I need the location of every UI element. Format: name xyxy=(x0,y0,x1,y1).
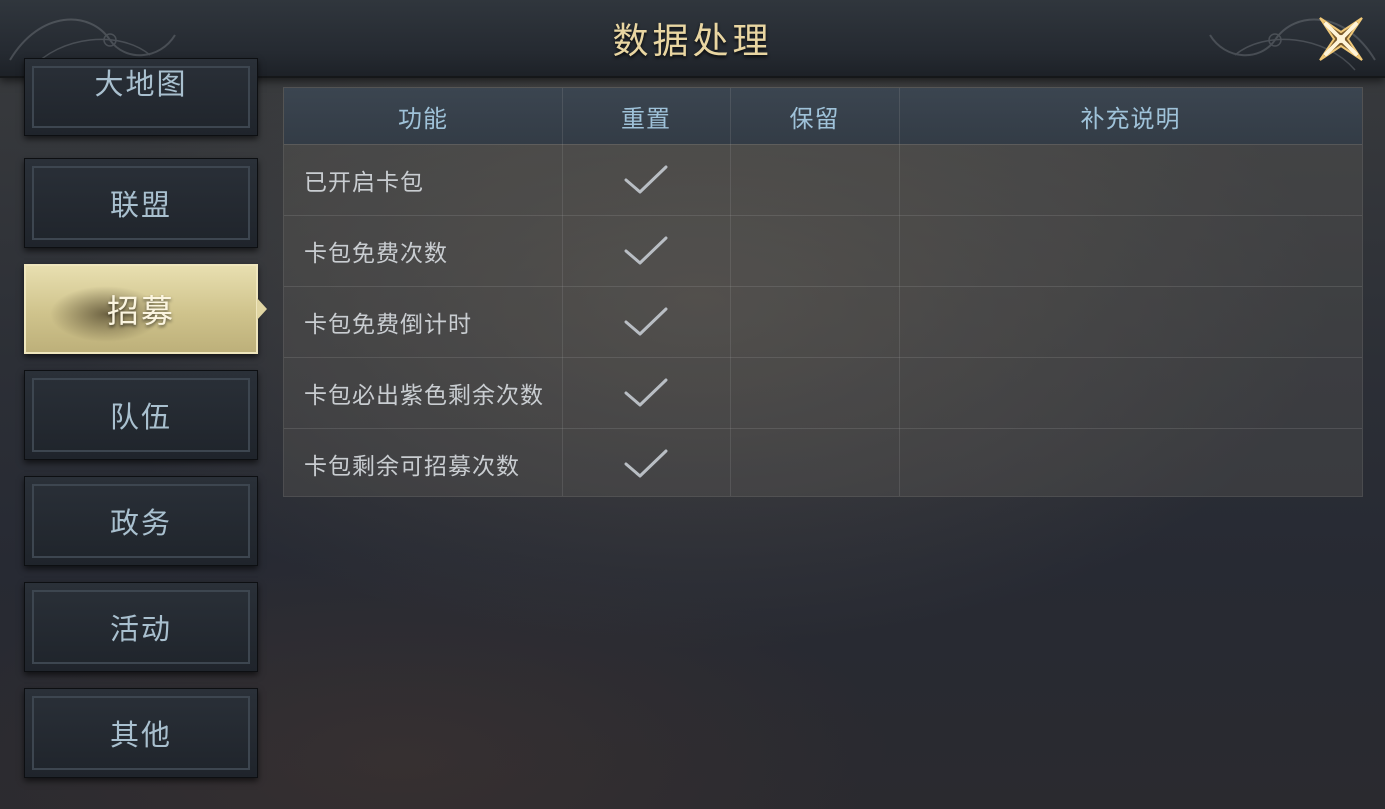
sidebar-item-other[interactable]: 其他 xyxy=(24,688,258,778)
sidebar-item-label: 队伍 xyxy=(109,400,172,434)
column-header-reset: 重置 xyxy=(621,104,671,133)
table-row: 卡包必出紫色剩余次数 xyxy=(284,357,1362,428)
checkmark-icon xyxy=(624,236,668,265)
reset-cell xyxy=(562,287,730,357)
reset-cell xyxy=(562,358,730,428)
column-header-note: 补充说明 xyxy=(1080,104,1181,133)
sidebar-item-world-map[interactable]: 大地图 xyxy=(24,58,258,136)
function-cell: 卡包必出紫色剩余次数 xyxy=(304,383,544,409)
page-title: 数据处理 xyxy=(612,21,773,62)
function-cell: 已开启卡包 xyxy=(304,170,424,196)
checkmark-icon xyxy=(624,307,668,336)
sidebar-item-alliance[interactable]: 联盟 xyxy=(24,158,258,248)
sidebar-item-label: 活动 xyxy=(109,612,172,646)
table-row: 卡包剩余可招募次数 xyxy=(284,428,1362,499)
sidebar-item-affairs[interactable]: 政务 xyxy=(24,476,258,566)
function-cell: 卡包剩余可招募次数 xyxy=(304,454,520,480)
sidebar-item-label: 联盟 xyxy=(109,188,172,222)
sidebar-item-label: 其他 xyxy=(109,718,172,752)
checkmark-icon xyxy=(624,449,668,478)
table-header: 功能 重置 保留 补充说明 xyxy=(284,88,1362,144)
close-x-icon xyxy=(1319,17,1363,61)
sidebar-item-label: 招募 xyxy=(106,292,175,330)
reset-cell xyxy=(562,145,730,215)
sidebar-item-label: 政务 xyxy=(109,506,172,540)
reset-cell xyxy=(562,429,730,499)
table-row: 卡包免费次数 xyxy=(284,215,1362,286)
close-button[interactable] xyxy=(1312,10,1370,68)
sidebar-item-recruit[interactable]: 招募 xyxy=(24,264,258,354)
checkmark-icon xyxy=(624,165,668,194)
function-cell: 卡包免费次数 xyxy=(304,241,448,267)
column-header-keep: 保留 xyxy=(789,104,840,133)
table-row: 已开启卡包 xyxy=(284,144,1362,215)
table-row: 卡包免费倒计时 xyxy=(284,286,1362,357)
data-processing-table: 功能 重置 保留 补充说明 已开启卡包 卡包免费次数 卡包免费倒计时 卡包必出紫… xyxy=(283,87,1363,497)
sidebar-item-events[interactable]: 活动 xyxy=(24,582,258,672)
sidebar-item-label: 大地图 xyxy=(94,67,188,101)
category-sidebar: 大地图 联盟 招募 队伍 政务 活动 其他 xyxy=(0,58,270,809)
column-header-function: 功能 xyxy=(398,104,448,133)
function-cell: 卡包免费倒计时 xyxy=(304,312,472,338)
checkmark-icon xyxy=(624,378,668,407)
active-tab-pointer xyxy=(257,298,267,320)
reset-cell xyxy=(562,216,730,286)
sidebar-item-team[interactable]: 队伍 xyxy=(24,370,258,460)
